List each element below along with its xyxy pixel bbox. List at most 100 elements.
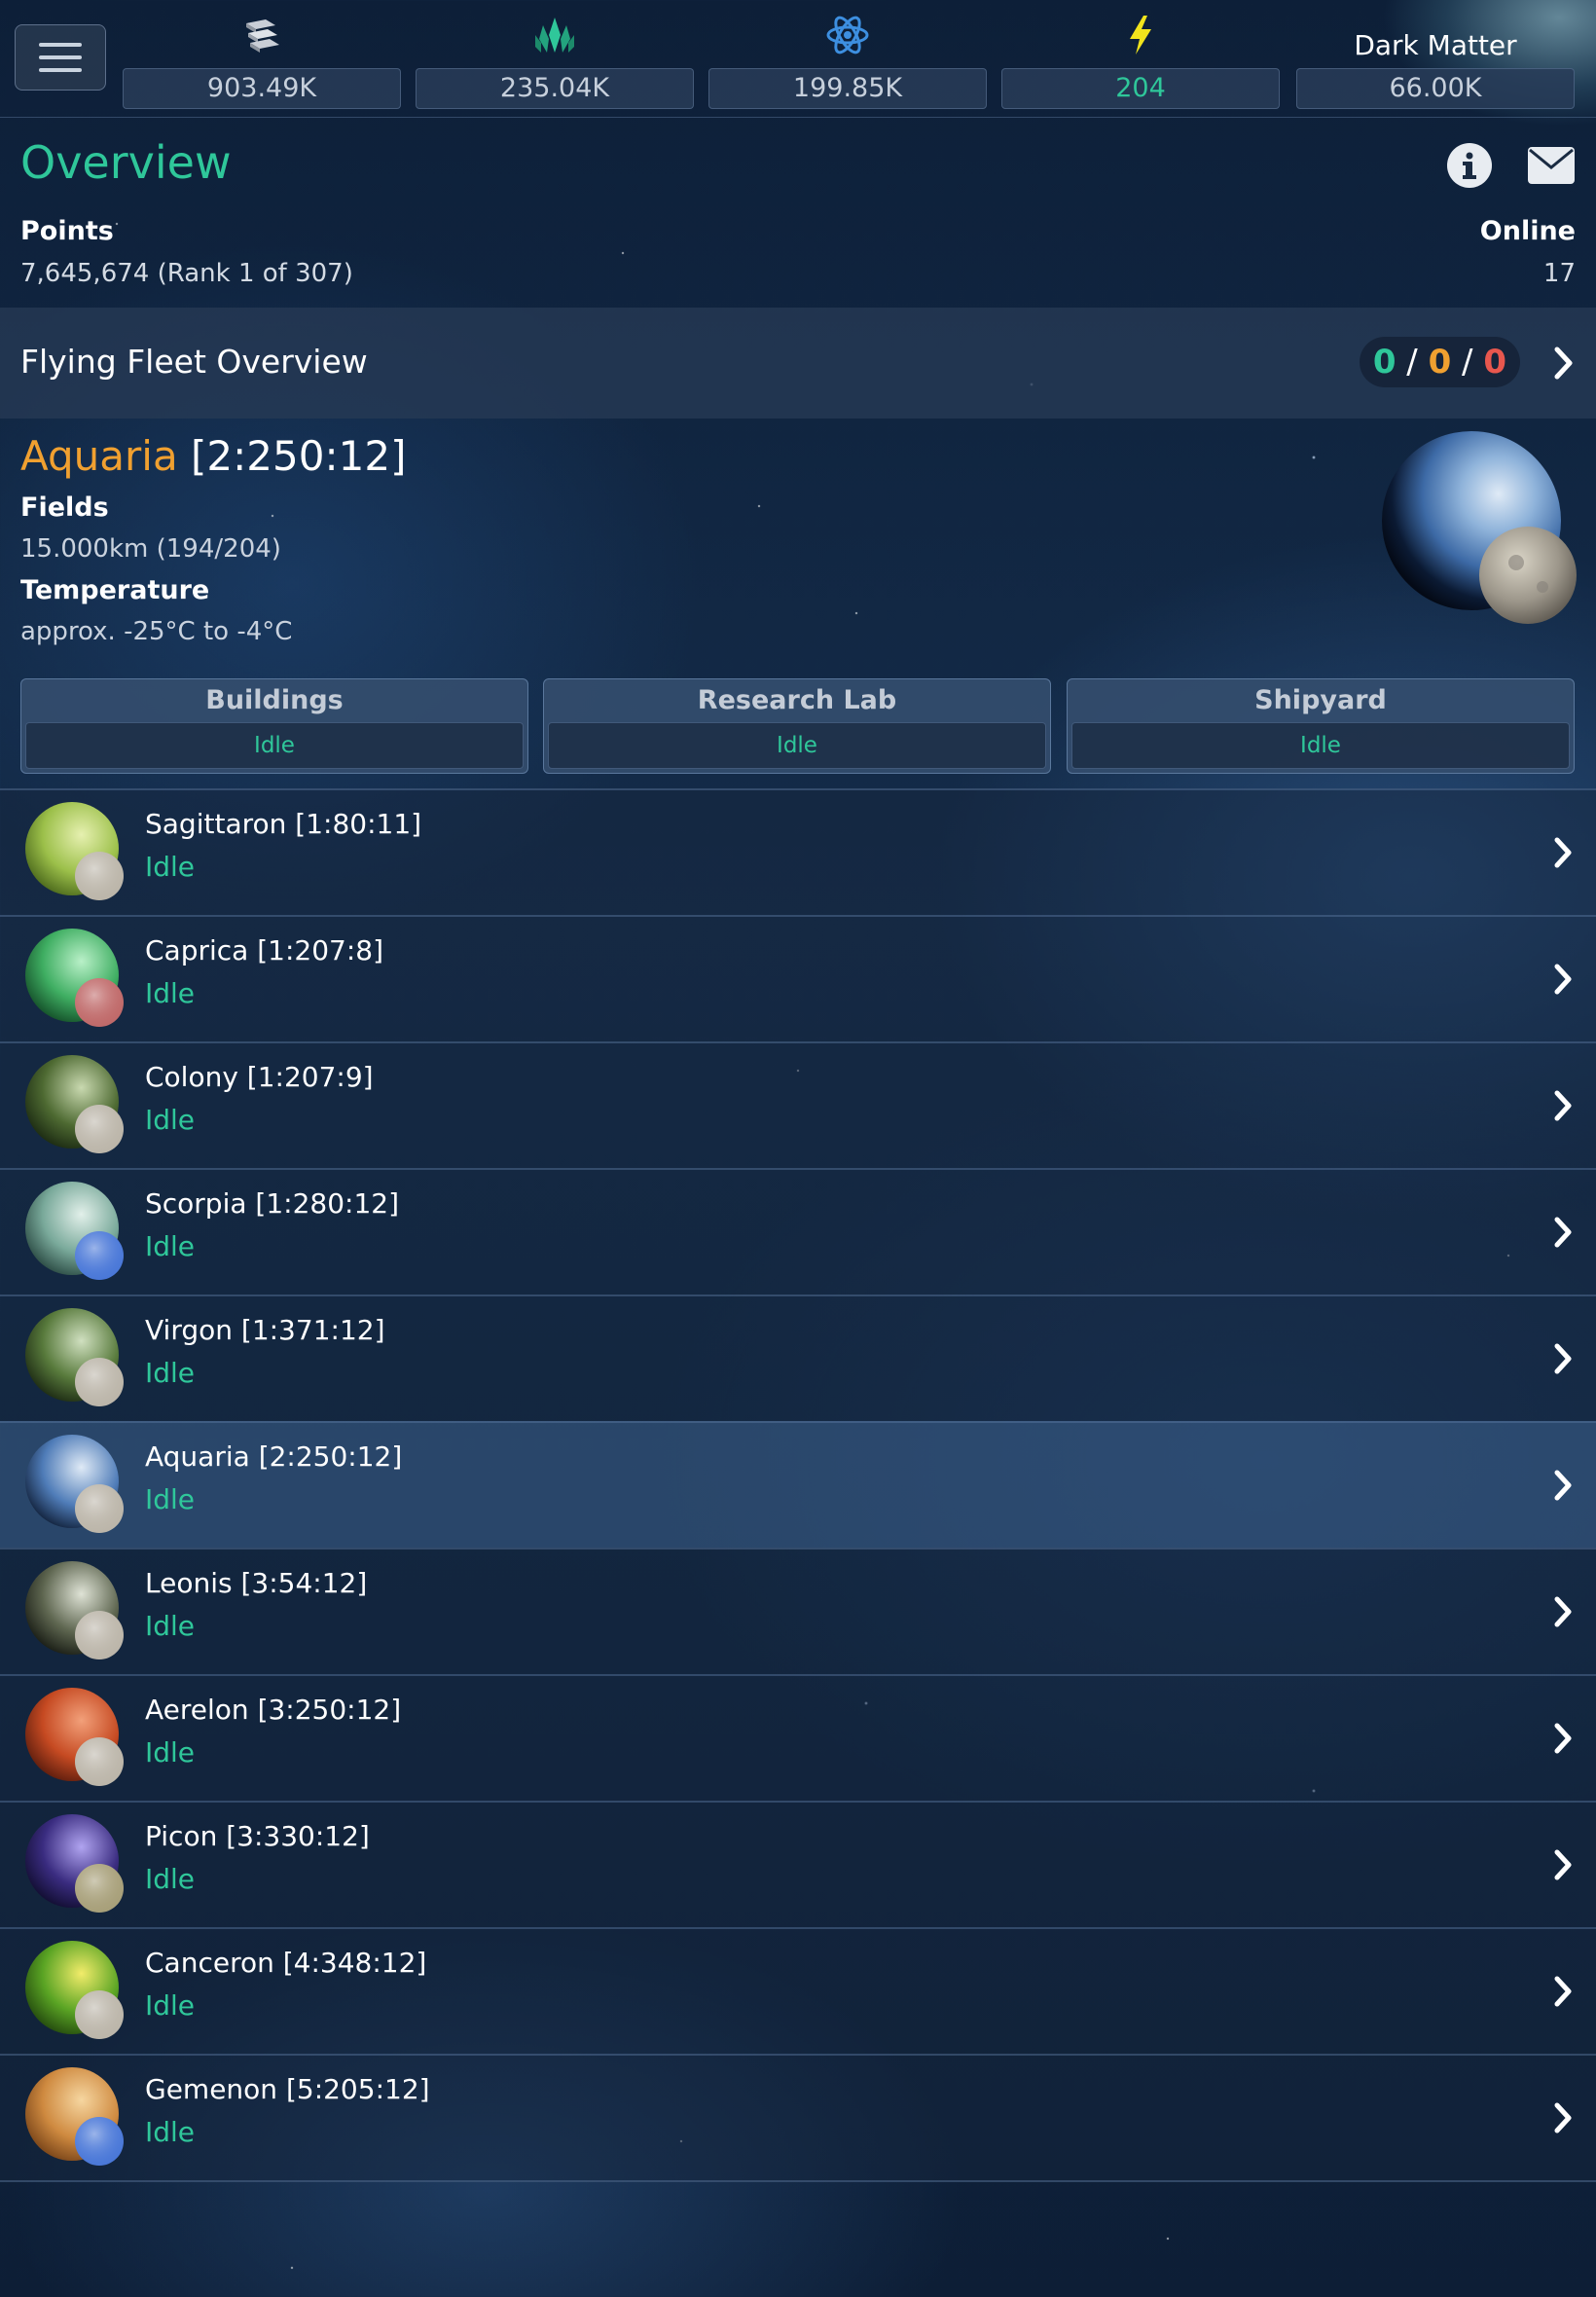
- queue-shipyard[interactable]: Shipyard Idle: [1067, 678, 1575, 774]
- queue-research-lab[interactable]: Research Lab Idle: [543, 678, 1051, 774]
- planet-image[interactable]: [1382, 431, 1577, 626]
- queue-title: Shipyard: [1254, 685, 1387, 715]
- hamburger-icon: [39, 55, 82, 59]
- planet-list-item[interactable]: Picon [3:330:12] Idle: [0, 1801, 1596, 1927]
- queue-buildings[interactable]: Buildings Idle: [20, 678, 528, 774]
- planet-list-name: Gemenon [5:205:12]: [145, 2073, 430, 2105]
- planet-list-name: Aquaria [2:250:12]: [145, 1440, 403, 1473]
- fields-label: Fields: [20, 492, 109, 523]
- planet-list-status: Idle: [145, 1610, 196, 1642]
- metal-value: 903.49K: [123, 68, 401, 109]
- hostile-fleet-count: 0: [1483, 343, 1506, 382]
- hamburger-icon: [39, 68, 82, 72]
- fleet-title: Flying Fleet Overview: [20, 343, 368, 381]
- online-label: Online: [1479, 216, 1576, 246]
- chevron-right-icon: [1553, 346, 1575, 383]
- planet-list-name: Virgon [1:371:12]: [145, 1314, 385, 1346]
- chevron-right-icon: [1553, 1470, 1573, 1505]
- chevron-right-icon: [1553, 1343, 1573, 1378]
- hamburger-icon: [39, 43, 82, 47]
- online-value: 17: [1542, 259, 1576, 288]
- planet-list-name: Leonis [3:54:12]: [145, 1567, 368, 1599]
- temperature-label: Temperature: [20, 575, 210, 605]
- planet-list-name: Caprica [1:207:8]: [145, 934, 384, 966]
- chevron-right-icon: [1553, 1723, 1573, 1758]
- planet-thumbnail: [25, 1941, 127, 2042]
- mail-icon[interactable]: [1527, 146, 1576, 189]
- planet-list-status: Idle: [145, 1357, 196, 1389]
- deuterium-value: 199.85K: [708, 68, 987, 109]
- resource-energy[interactable]: 204: [1001, 8, 1280, 109]
- menu-button[interactable]: [15, 24, 106, 91]
- planet-thumbnail: [25, 1561, 127, 1662]
- chevron-right-icon: [1553, 1849, 1573, 1884]
- queue-status: Idle: [25, 722, 524, 769]
- planet-list-name: Colony [1:207:9]: [145, 1061, 374, 1093]
- planet-list-status: Idle: [145, 1863, 196, 1895]
- planet-thumbnail: [25, 1182, 127, 1283]
- current-planet-name: Aquaria [2:250:12]: [20, 432, 406, 480]
- queue-status: Idle: [548, 722, 1046, 769]
- planet-thumbnail: [25, 1688, 127, 1789]
- resource-bar: 903.49K 235.04K 199.85K 204 Dark Matter …: [0, 0, 1596, 118]
- chevron-right-icon: [1553, 1596, 1573, 1631]
- planet-list-item[interactable]: Virgon [1:371:12] Idle: [0, 1294, 1596, 1421]
- resource-metal[interactable]: 903.49K: [123, 8, 401, 109]
- planet-thumbnail: [25, 1055, 127, 1156]
- planet-list-item[interactable]: Leonis [3:54:12] Idle: [0, 1548, 1596, 1674]
- dark-matter-value: 66.00K: [1296, 68, 1575, 109]
- planet-list-item[interactable]: Sagittaron [1:80:11] Idle: [0, 788, 1596, 915]
- planet-list-item[interactable]: Gemenon [5:205:12] Idle: [0, 2054, 1596, 2182]
- planet-thumbnail: [25, 2067, 127, 2169]
- atom-icon: [708, 12, 987, 58]
- points-value: 7,645,674 (Rank 1 of 307): [20, 259, 353, 288]
- resource-dark-matter[interactable]: Dark Matter 66.00K: [1296, 8, 1575, 109]
- planet-list-name: Picon [3:330:12]: [145, 1820, 370, 1852]
- chevron-right-icon: [1553, 1976, 1573, 2011]
- planet-list-name: Aerelon [3:250:12]: [145, 1694, 402, 1726]
- own-fleet-count: 0: [1372, 343, 1396, 382]
- planet-list-status: Idle: [145, 851, 196, 883]
- queue-status: Idle: [1071, 722, 1570, 769]
- planet-list-status: Idle: [145, 1736, 196, 1768]
- page-title: Overview: [20, 136, 232, 189]
- crystal-value: 235.04K: [416, 68, 694, 109]
- resource-crystal[interactable]: 235.04K: [416, 8, 694, 109]
- planet-list: Sagittaron [1:80:11] Idle Caprica [1:207:8…: [0, 788, 1596, 2182]
- planet-list-status: Idle: [145, 1104, 196, 1136]
- planet-list-status: Idle: [145, 2116, 196, 2148]
- queue-title: Research Lab: [697, 685, 897, 715]
- planet-list-item[interactable]: Aerelon [3:250:12] Idle: [0, 1674, 1596, 1801]
- flying-fleet-overview[interactable]: Flying Fleet Overview 0 / 0 / 0: [0, 308, 1596, 419]
- planet-list-name: Scorpia [1:280:12]: [145, 1187, 400, 1220]
- dark-matter-label: Dark Matter: [1354, 29, 1517, 61]
- separator: /: [1396, 343, 1429, 382]
- resource-deuterium[interactable]: 199.85K: [708, 8, 987, 109]
- planet-list-item[interactable]: Colony [1:207:9] Idle: [0, 1041, 1596, 1168]
- metal-bars-icon: [123, 12, 401, 58]
- planet-list-item[interactable]: Scorpia [1:280:12] Idle: [0, 1168, 1596, 1294]
- planet-list-item[interactable]: Aquaria [2:250:12] Idle: [0, 1421, 1596, 1548]
- planet-list-status: Idle: [145, 1230, 196, 1262]
- planet-list-name: Canceron [4:348:12]: [145, 1947, 427, 1979]
- lightning-icon: [1001, 12, 1280, 58]
- chevron-right-icon: [1553, 964, 1573, 999]
- planet-list-status: Idle: [145, 977, 196, 1009]
- planet-name: Aquaria: [20, 432, 178, 480]
- planet-coordinates: [2:250:12]: [191, 432, 407, 480]
- chevron-right-icon: [1553, 1217, 1573, 1252]
- planet-list-item[interactable]: Canceron [4:348:12] Idle: [0, 1927, 1596, 2054]
- chevron-right-icon: [1553, 2102, 1573, 2137]
- fields-value: 15.000km (194/204): [20, 534, 281, 564]
- points-label: Points: [20, 216, 114, 246]
- separator: /: [1451, 343, 1484, 382]
- chevron-right-icon: [1553, 1090, 1573, 1125]
- planet-list-item[interactable]: Caprica [1:207:8] Idle: [0, 915, 1596, 1041]
- energy-value: 204: [1001, 68, 1280, 109]
- planet-list-name: Sagittaron [1:80:11]: [145, 808, 422, 840]
- info-icon[interactable]: [1446, 142, 1493, 193]
- planet-thumbnail: [25, 929, 127, 1030]
- planet-thumbnail: [25, 802, 127, 903]
- planet-list-status: Idle: [145, 1989, 196, 2022]
- friendly-fleet-count: 0: [1428, 343, 1452, 382]
